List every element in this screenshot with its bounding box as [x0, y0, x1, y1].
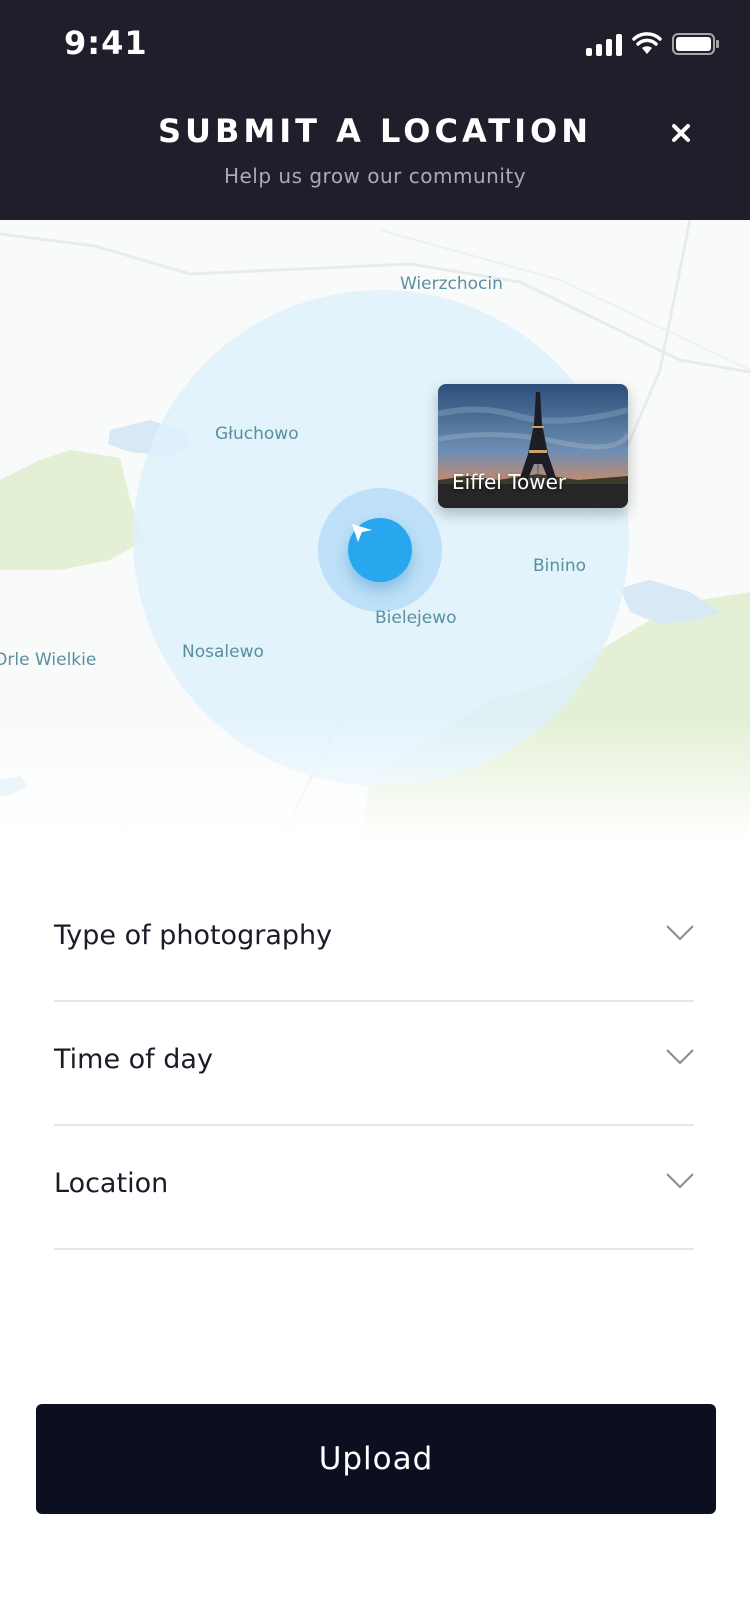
close-button[interactable] [668, 120, 694, 146]
map-label-wierzchocin: Wierzchocin [400, 274, 503, 294]
location-label: Location [54, 1168, 169, 1199]
cellular-signal-icon [586, 32, 622, 56]
map-label-nosalewo: Nosalewo [182, 642, 264, 662]
map-fade [0, 720, 750, 840]
status-time: 9:41 [64, 24, 148, 62]
chevron-down-icon [666, 1049, 694, 1065]
battery-icon [672, 33, 719, 55]
chevron-down-icon [666, 925, 694, 941]
time-of-day-label: Time of day [54, 1044, 213, 1075]
map-label-gluchowo: Głuchowo [215, 424, 299, 444]
map-view[interactable]: Wierzchocin Głuchowo Binino Bielejewo No… [0, 220, 750, 840]
map-label-orle-wielkie: Orle Wielkie [0, 650, 97, 670]
upload-button[interactable]: Upload [36, 1404, 716, 1514]
locate-me-button[interactable] [348, 518, 412, 582]
poi-card-label: Eiffel Tower [452, 470, 567, 494]
type-of-photography-label: Type of photography [54, 920, 333, 951]
wifi-icon [632, 32, 662, 54]
status-icons [586, 32, 720, 56]
page-subtitle: Help us grow our community [223, 164, 527, 188]
time-of-day-select[interactable]: Time of day [54, 1000, 694, 1126]
location-select[interactable]: Location [54, 1124, 694, 1250]
type-of-photography-select[interactable]: Type of photography [54, 876, 694, 1002]
page-title: SUBMIT A LOCATION [158, 112, 592, 150]
poi-card-eiffel-tower[interactable]: Eiffel Tower [438, 384, 628, 508]
map-label-binino: Binino [533, 556, 587, 576]
chevron-down-icon [666, 1173, 694, 1189]
navigation-arrow-icon [352, 524, 372, 542]
header: 9:41 SUBMIT A LOCATION Help us grow our … [0, 0, 750, 220]
